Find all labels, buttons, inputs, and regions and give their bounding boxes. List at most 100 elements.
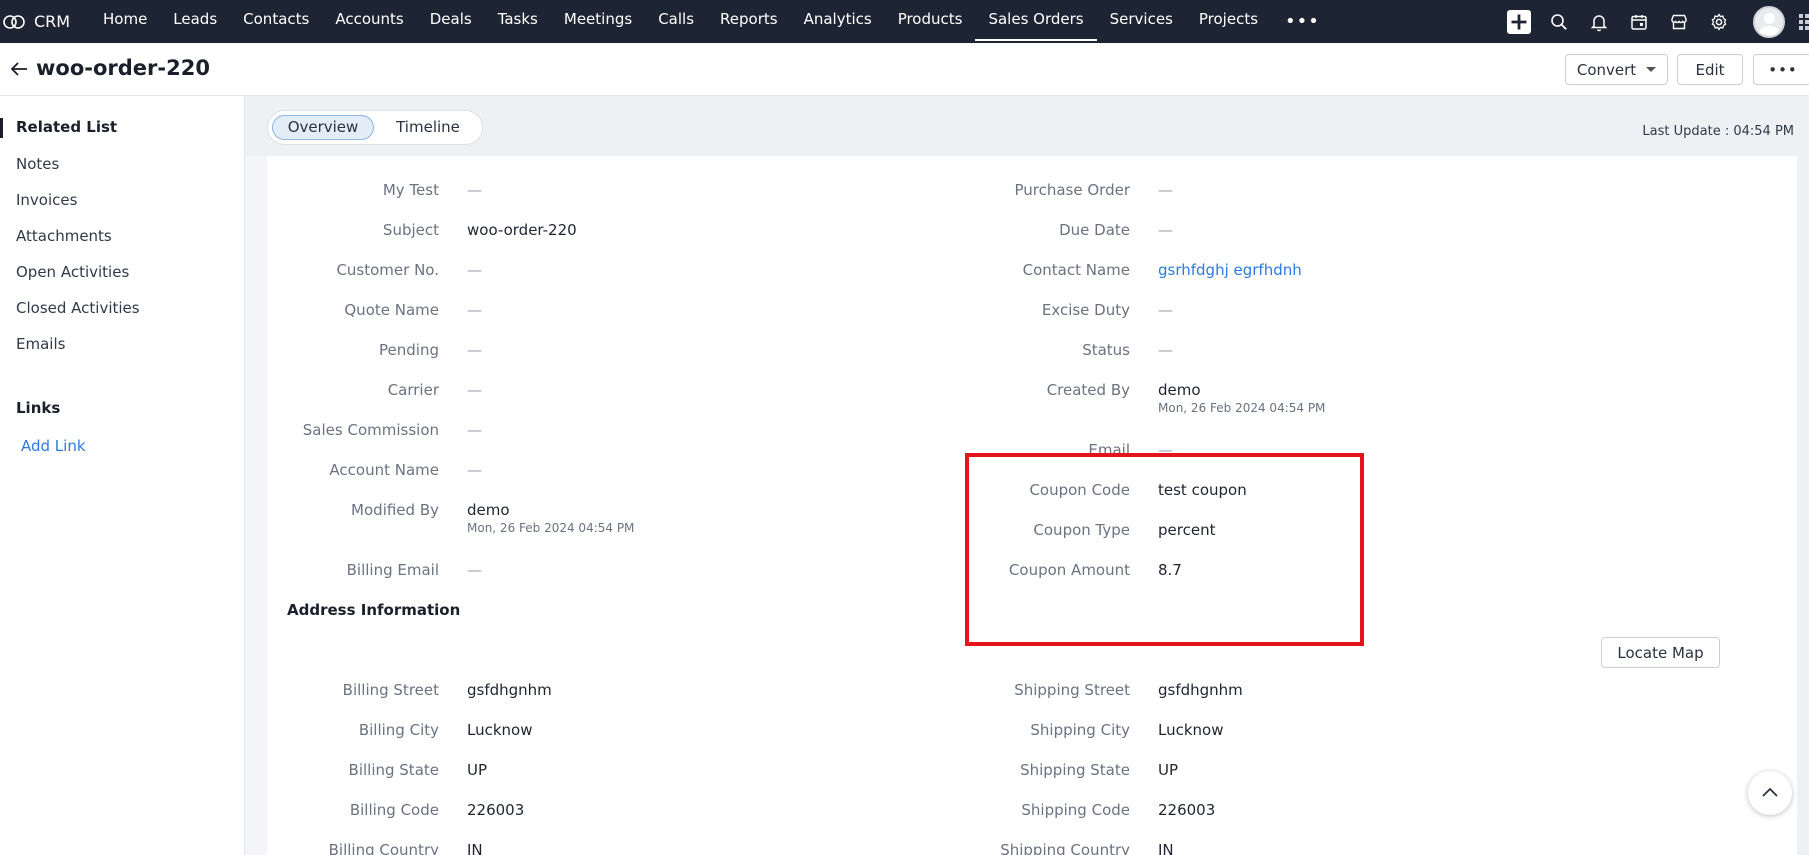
tab-overview[interactable]: Overview: [272, 115, 374, 140]
right-value-created-by: demo: [1158, 381, 1201, 399]
marketplace-button[interactable]: [1659, 0, 1699, 43]
apps-grid-icon[interactable]: [1797, 0, 1809, 43]
tabs-bar: Overview Timeline Last Update : 04:54 PM: [245, 96, 1809, 156]
sidebar-item-attachments[interactable]: Attachments: [16, 227, 112, 245]
sidebar-item-emails[interactable]: Emails: [16, 335, 65, 353]
left-value-account-name: —: [467, 461, 482, 479]
left-label-carrier: Carrier: [387, 381, 439, 399]
nav-tab-home[interactable]: Home: [90, 0, 160, 43]
bell-icon: [1590, 14, 1608, 31]
calendar-button[interactable]: [1619, 0, 1659, 43]
left-label-account-name: Account Name: [329, 461, 439, 479]
settings-button[interactable]: [1699, 0, 1739, 43]
left-label-billing-email: Billing Email: [346, 561, 439, 579]
left-value-customer-no: —: [467, 261, 482, 279]
left-value-subject: woo-order-220: [467, 221, 577, 239]
locate-map-button[interactable]: Locate Map: [1601, 637, 1720, 668]
billing-label-billing-street: Billing Street: [342, 681, 439, 699]
left-label-modified-by: Modified By: [351, 501, 439, 519]
create-button[interactable]: [1499, 0, 1539, 43]
nav-more-icon[interactable]: •••: [1271, 4, 1334, 40]
left-value-quote-name: —: [467, 301, 482, 319]
search-button[interactable]: [1539, 0, 1579, 43]
shipping-label-shipping-country: Shipping Country: [1000, 841, 1130, 855]
nav-tab-meetings[interactable]: Meetings: [551, 0, 645, 43]
shipping-label-shipping-street: Shipping Street: [1014, 681, 1130, 699]
nav-tab-leads[interactable]: Leads: [160, 0, 230, 43]
left-value-carrier: —: [467, 381, 482, 399]
billing-label-billing-code: Billing Code: [349, 801, 439, 819]
billing-label-billing-city: Billing City: [358, 721, 439, 739]
edit-label: Edit: [1695, 60, 1725, 79]
top-nav: CRM Home Leads Contacts Accounts Deals Tasks M…: [0, 0, 1809, 43]
shipping-value-shipping-code: 226003: [1158, 801, 1216, 819]
sidebar-item-open-activities[interactable]: Open Activities: [16, 263, 129, 281]
nav-tab-projects[interactable]: Projects: [1186, 0, 1271, 43]
left-value-my-test: —: [467, 181, 482, 199]
sidebar-item-notes[interactable]: Notes: [16, 155, 59, 173]
left-value-billing-email: —: [467, 561, 482, 579]
related-list-heading: Related List: [16, 118, 118, 136]
edit-button[interactable]: Edit: [1677, 54, 1743, 85]
search-icon: [1551, 13, 1567, 30]
convert-label: Convert: [1576, 60, 1637, 79]
back-arrow-icon[interactable]: [8, 58, 30, 80]
chevron-down-icon: [1646, 67, 1657, 72]
brand-name: CRM: [34, 12, 71, 31]
active-indicator: [0, 118, 3, 138]
left-label-pending: Pending: [379, 341, 439, 359]
nav-tab-accounts[interactable]: Accounts: [322, 0, 416, 43]
nav-tab-reports[interactable]: Reports: [707, 0, 791, 43]
avatar[interactable]: [1753, 5, 1785, 38]
nav-tab-tasks[interactable]: Tasks: [485, 0, 551, 43]
billing-value-billing-country: IN: [467, 841, 483, 855]
sidebar-item-invoices[interactable]: Invoices: [16, 191, 77, 209]
left-label-customer-no: Customer No.: [336, 261, 439, 279]
tab-timeline[interactable]: Timeline: [380, 115, 476, 140]
right-label-contact-name: Contact Name: [1022, 261, 1130, 279]
shipping-label-shipping-state: Shipping State: [1020, 761, 1130, 779]
nav-tab-sales-orders[interactable]: Sales Orders: [975, 0, 1097, 43]
shipping-label-shipping-code: Shipping Code: [1021, 801, 1130, 819]
left-label-my-test: My Test: [382, 181, 439, 199]
scrollbar-track[interactable]: [1797, 156, 1809, 855]
shipping-value-shipping-street: gsfdhgnhm: [1158, 681, 1243, 699]
right-sub-created-by: Mon, 26 Feb 2024 04:54 PM: [1158, 401, 1326, 415]
notifications-button[interactable]: [1579, 0, 1619, 43]
scroll-to-top-button[interactable]: [1748, 771, 1792, 815]
convert-button[interactable]: Convert: [1565, 54, 1668, 85]
billing-value-billing-city: Lucknow: [467, 721, 533, 739]
left-value-modified-by: demo: [467, 501, 510, 519]
add-link[interactable]: Add Link: [21, 437, 86, 455]
nav-tab-analytics[interactable]: Analytics: [791, 0, 885, 43]
right-value-status: —: [1158, 341, 1173, 359]
right-value-excise-duty: —: [1158, 301, 1173, 319]
nav-tab-contacts[interactable]: Contacts: [230, 0, 322, 43]
nav-tab-deals[interactable]: Deals: [417, 0, 485, 43]
right-value-due-date: —: [1158, 221, 1173, 239]
nav-tabs: Home Leads Contacts Accounts Deals Tasks Meeti…: [90, 0, 1271, 43]
shipping-value-shipping-country: IN: [1158, 841, 1174, 855]
billing-value-billing-state: UP: [467, 761, 488, 779]
billing-value-billing-code: 226003: [467, 801, 525, 819]
billing-label-billing-country: Billing Country: [328, 841, 439, 855]
more-icon: •••: [1768, 60, 1798, 79]
view-tabs: Overview Timeline: [267, 110, 483, 145]
sidebar-item-closed-activities[interactable]: Closed Activities: [16, 299, 140, 317]
left-label-subject: Subject: [382, 221, 439, 239]
nav-tab-services[interactable]: Services: [1097, 0, 1186, 43]
right-value-contact-name[interactable]: gsrhfdghj egrfhdnh: [1158, 261, 1302, 279]
billing-value-billing-street: gsfdhgnhm: [467, 681, 552, 699]
right-label-created-by: Created By: [1046, 381, 1130, 399]
nav-tab-calls[interactable]: Calls: [645, 0, 707, 43]
right-value-purchase-order: —: [1158, 181, 1173, 199]
shipping-value-shipping-state: UP: [1158, 761, 1179, 779]
brand[interactable]: CRM: [0, 0, 90, 43]
right-label-due-date: Due Date: [1059, 221, 1130, 239]
left-sub-modified-by: Mon, 26 Feb 2024 04:54 PM: [467, 521, 635, 535]
left-value-sales-commission: —: [467, 421, 482, 439]
more-actions-button[interactable]: •••: [1753, 54, 1809, 85]
left-value-pending: —: [467, 341, 482, 359]
nav-tab-products[interactable]: Products: [885, 0, 976, 43]
right-label-status: Status: [1082, 341, 1130, 359]
